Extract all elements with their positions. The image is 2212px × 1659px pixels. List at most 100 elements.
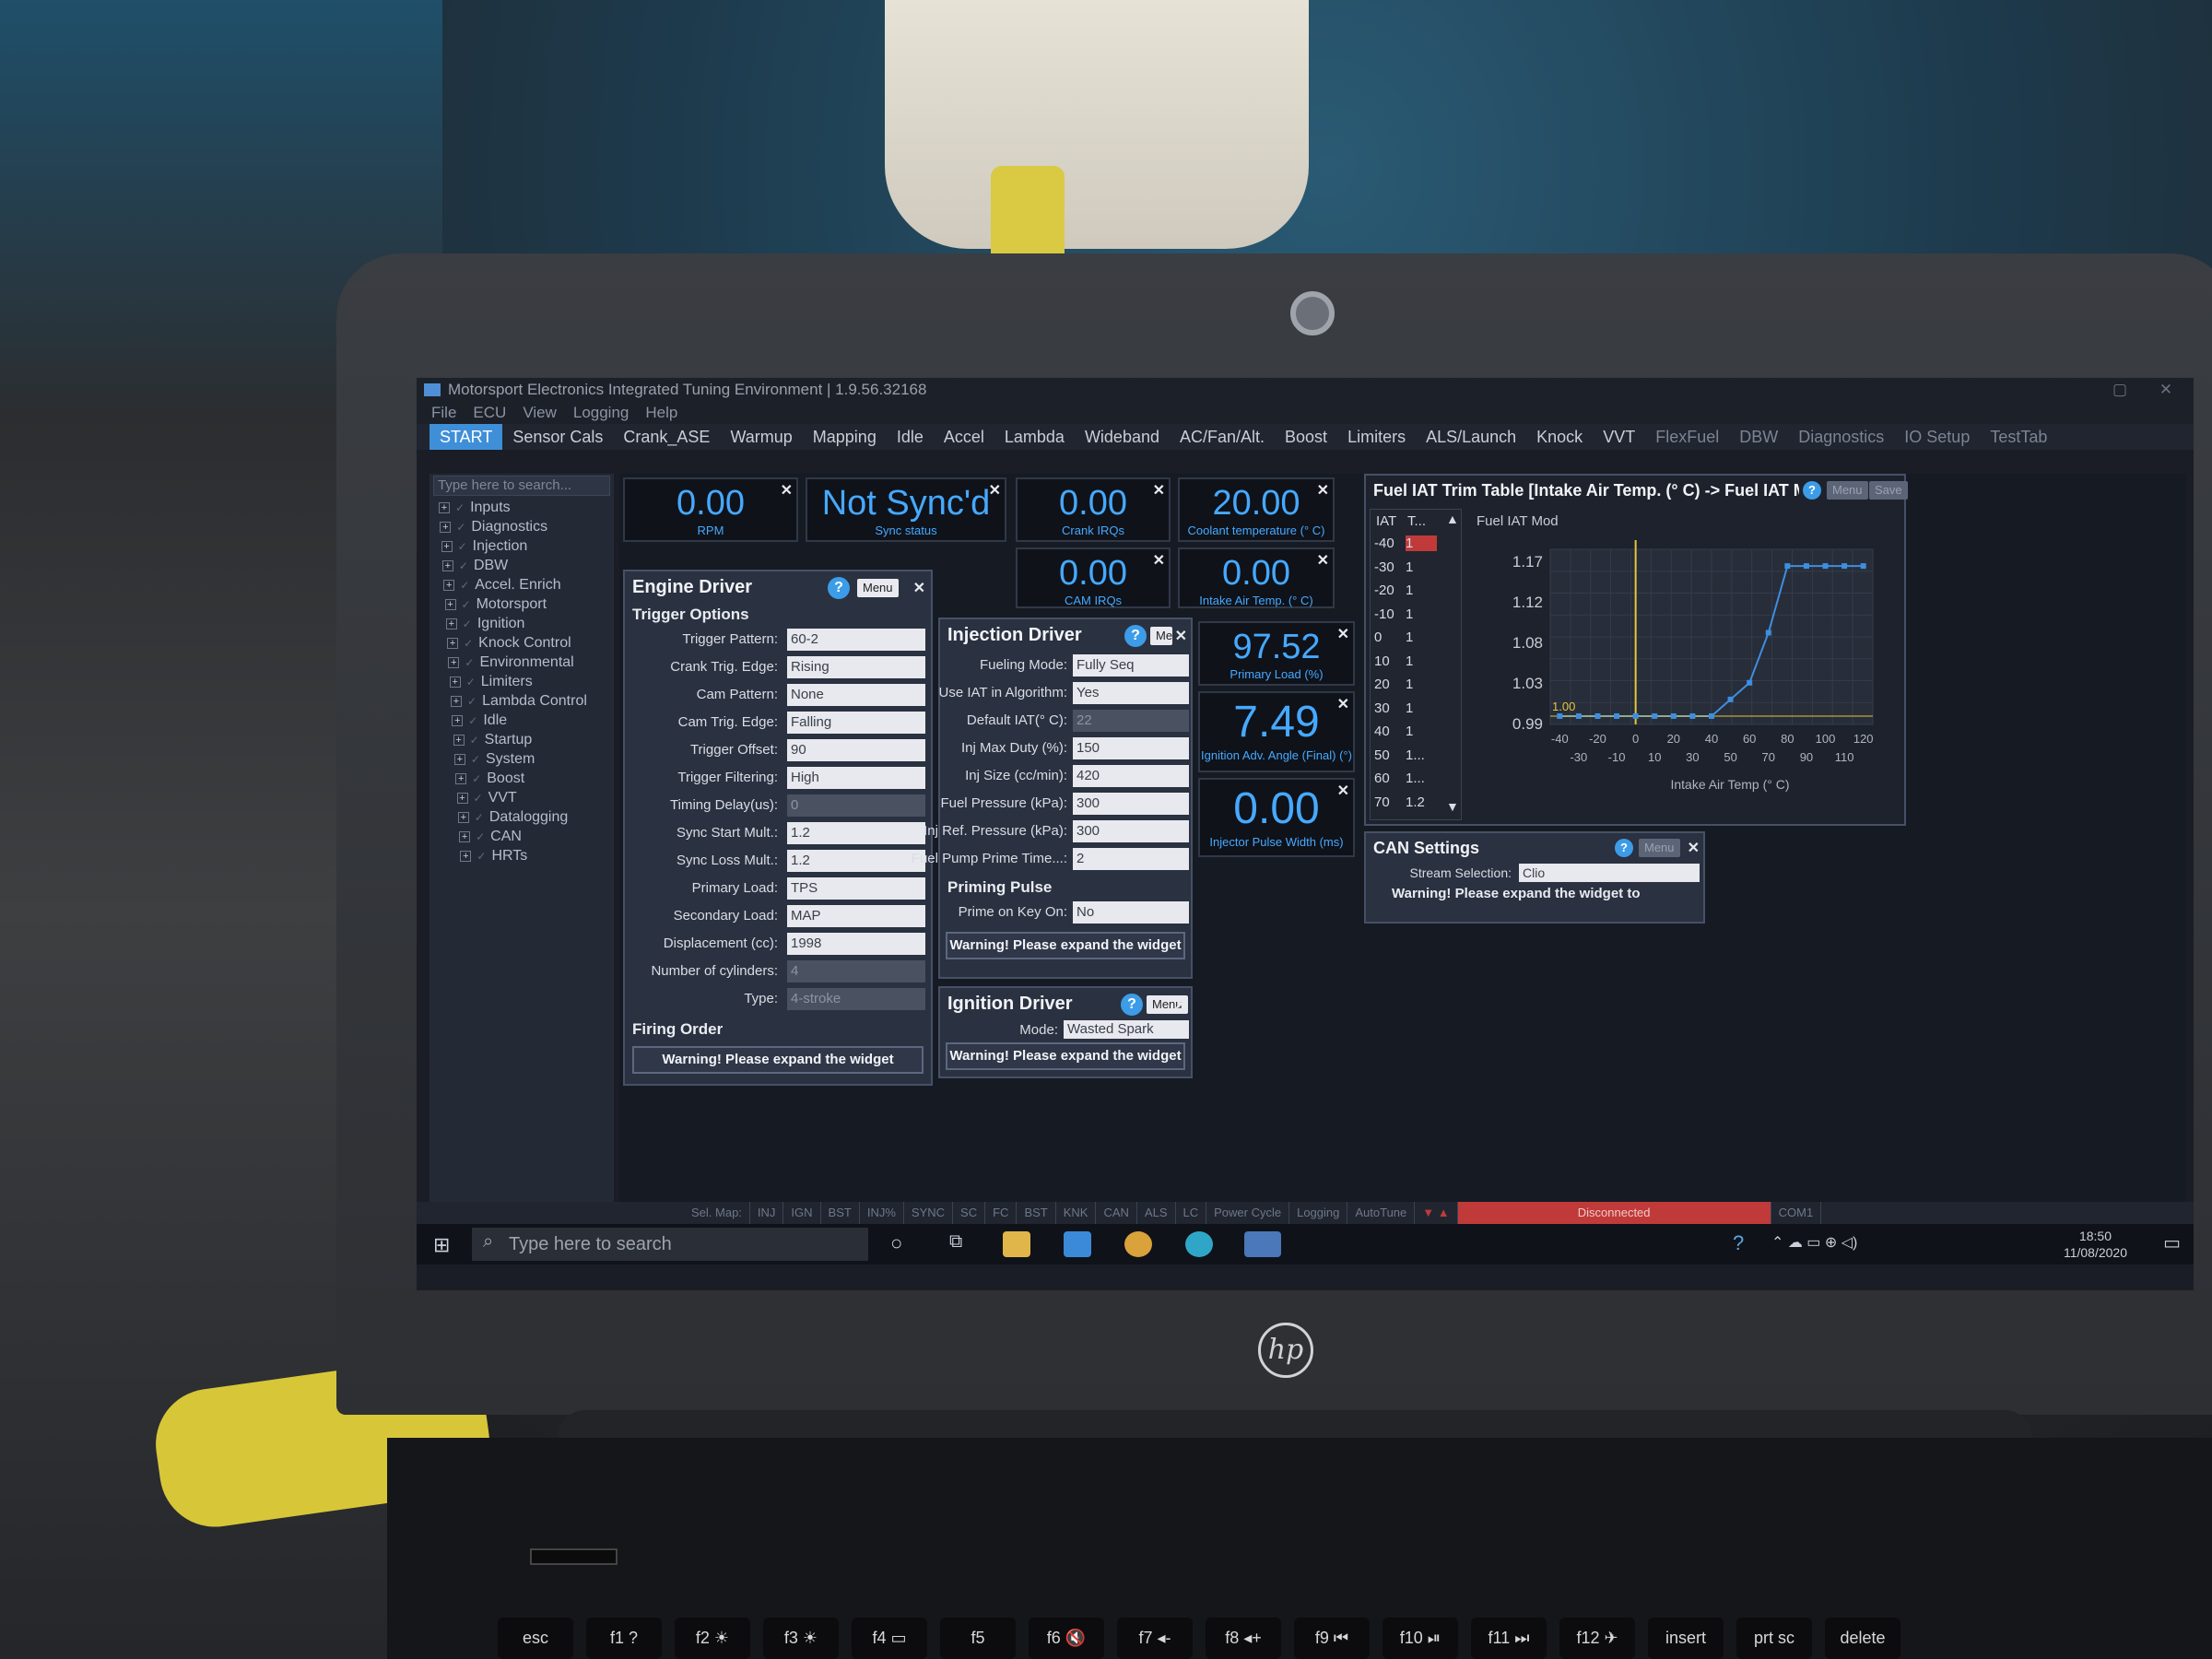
status-indicator[interactable]: KNK [1056,1202,1097,1224]
expand-icon[interactable]: + [460,850,472,862]
keyboard-key[interactable]: f9 ⏮ [1294,1618,1370,1659]
expand-icon[interactable]: + [456,792,468,804]
power-button[interactable] [530,1548,618,1565]
injector-pw-gauge[interactable]: 0.00 Injector Pulse Width (ms) ✕ [1198,778,1355,857]
engine-driver-field-value[interactable]: 1998 [787,933,925,955]
fuel-iat-save-button[interactable]: Save [1869,481,1908,500]
expand-icon[interactable]: + [444,598,456,610]
keyboard-key[interactable]: esc [498,1618,573,1659]
keyboard-key[interactable]: f11 ⏭ [1471,1618,1547,1659]
sidebar-item-accel-enrich[interactable]: + ✓ Accel. Enrich [429,575,614,594]
injection-driver-field-value[interactable]: 150 [1073,737,1189,759]
sidebar-item-lambda-control[interactable]: + ✓ Lambda Control [429,691,614,711]
injection-driver-field-value[interactable]: 22 [1073,710,1189,732]
keyboard-key[interactable]: f10 ⏯ [1382,1618,1458,1659]
injection-driver-field-value[interactable]: 420 [1073,765,1189,787]
expand-icon[interactable]: + [439,501,450,513]
status-indicator[interactable]: SYNC [904,1202,954,1224]
tab-vvt[interactable]: VVT [1593,424,1645,450]
status-indicator[interactable]: ALS [1137,1202,1176,1224]
keyboard-key[interactable]: f3 ☀ [763,1618,839,1659]
engine-driver-field-value[interactable]: None [787,684,925,706]
engine-driver-field-value[interactable]: MAP [787,905,925,927]
close-icon[interactable]: ✕ [1153,481,1165,500]
engine-driver-field-value[interactable]: 0 [787,794,925,817]
iat-row-trim[interactable]: 1 [1406,582,1437,598]
sidebar-item-limiters[interactable]: + ✓ Limiters [429,672,614,691]
keyboard-key[interactable]: f1 ? [586,1618,662,1659]
help-icon[interactable]: ? [1803,481,1821,500]
keyboard-key[interactable]: f2 ☀ [675,1618,750,1659]
close-icon[interactable]: ✕ [1175,995,1187,1014]
tab-boost[interactable]: Boost [1275,424,1337,450]
engine-driver-menu-button[interactable]: Menu [857,579,899,597]
injection-driver-field-value[interactable]: 300 [1073,820,1189,842]
engine-driver-field-value[interactable]: 4 [787,960,925,982]
tab-idle[interactable]: Idle [887,424,934,450]
coolant-gauge[interactable]: 20.00 Coolant temperature (° C) ✕ [1178,477,1335,542]
cortana-icon[interactable]: ○ [890,1231,902,1255]
sidebar-item-inputs[interactable]: + ✓ Inputs [429,498,614,517]
connection-status[interactable]: Disconnected [1457,1202,1771,1224]
tab-limiters[interactable]: Limiters [1337,424,1416,450]
close-icon[interactable]: ✕ [1688,839,1700,857]
cam-irqs-gauge[interactable]: 0.00 CAM IRQs ✕ [1016,547,1171,608]
expand-icon[interactable]: + [457,811,469,823]
engine-driver-field-value[interactable]: 4-stroke [787,988,925,1010]
sidebar-item-injection[interactable]: + ✓ Injection [429,536,614,556]
iat-gauge[interactable]: 0.00 Intake Air Temp. (° C) ✕ [1178,547,1335,608]
menu-item-help[interactable]: Help [645,402,677,424]
keyboard-key[interactable]: insert [1648,1618,1724,1659]
sidebar-item-dbw[interactable]: + ✓ DBW [429,556,614,575]
expand-icon[interactable]: + [445,618,457,629]
injection-driver-field-value[interactable]: Yes [1073,682,1189,704]
expand-icon[interactable]: + [448,656,460,668]
engine-driver-field-value[interactable]: 1.2 [787,822,925,844]
tab-diagnostics[interactable]: Diagnostics [1788,424,1894,450]
injection-driver-field-value[interactable]: 2 [1073,848,1189,870]
sidebar-item-vvt[interactable]: + ✓ VVT [429,788,614,807]
expand-icon[interactable]: + [459,830,471,842]
menu-item-logging[interactable]: Logging [573,402,629,424]
engine-driver-field-value[interactable]: Rising [787,656,925,678]
keyboard-key[interactable]: prt sc [1736,1618,1812,1659]
sidebar-item-motorsport[interactable]: + ✓ Motorsport [429,594,614,614]
tab-flexfuel[interactable]: FlexFuel [1645,424,1729,450]
close-icon[interactable]: ✕ [1317,481,1329,500]
keyboard-key[interactable]: f12 ✈ [1559,1618,1635,1659]
keyboard-key[interactable]: f7 ◂- [1117,1618,1193,1659]
expand-icon[interactable]: + [453,734,465,746]
status-indicator[interactable]: IGN [783,1202,821,1224]
iat-row-trim[interactable]: 1 [1406,629,1437,645]
status-indicator[interactable]: CAN [1096,1202,1137,1224]
injection-driver-field-value[interactable]: Fully Seq [1073,654,1189,677]
help-icon[interactable]: ? [1733,1231,1744,1255]
expand-icon[interactable]: + [447,637,459,649]
keyboard-key[interactable]: f4 ▭ [852,1618,927,1659]
tab-sensor-cals[interactable]: Sensor Cals [502,424,613,450]
file-explorer-icon[interactable] [1003,1231,1030,1257]
close-icon[interactable]: ✕ [781,481,793,500]
scroll-up-icon[interactable]: ▲ [1446,512,1459,526]
status-indicator[interactable]: Power Cycle [1206,1202,1290,1224]
sidebar-item-system[interactable]: + ✓ System [429,749,614,769]
tab-testtab[interactable]: TestTab [1980,424,2057,450]
engine-driver-field-value[interactable]: High [787,767,925,789]
tab-knock[interactable]: Knock [1526,424,1593,450]
status-indicator[interactable]: INJ [750,1202,784,1224]
ignition-advance-gauge[interactable]: 7.49 Ignition Adv. Angle (Final) (°) ✕ [1198,691,1355,772]
expand-icon[interactable]: + [452,714,464,726]
iat-row-trim[interactable]: 1 [1406,653,1437,669]
tab-wideband[interactable]: Wideband [1075,424,1170,450]
task-view-icon[interactable]: ⧉ [949,1231,962,1253]
tab-als-launch[interactable]: ALS/Launch [1416,424,1526,450]
sidebar-item-knock-control[interactable]: + ✓ Knock Control [429,633,614,653]
iat-row-trim[interactable]: 1 [1406,724,1437,739]
expand-icon[interactable]: + [443,579,455,591]
iat-row-trim[interactable]: 1 [1406,606,1437,622]
expand-icon[interactable]: + [449,676,461,688]
status-indicator[interactable]: AutoTune [1347,1202,1416,1224]
sidebar-item-datalogging[interactable]: + ✓ Datalogging [429,807,614,827]
scroll-down-icon[interactable]: ▼ [1446,799,1459,814]
prime-on-key-field[interactable]: No [1073,901,1189,924]
